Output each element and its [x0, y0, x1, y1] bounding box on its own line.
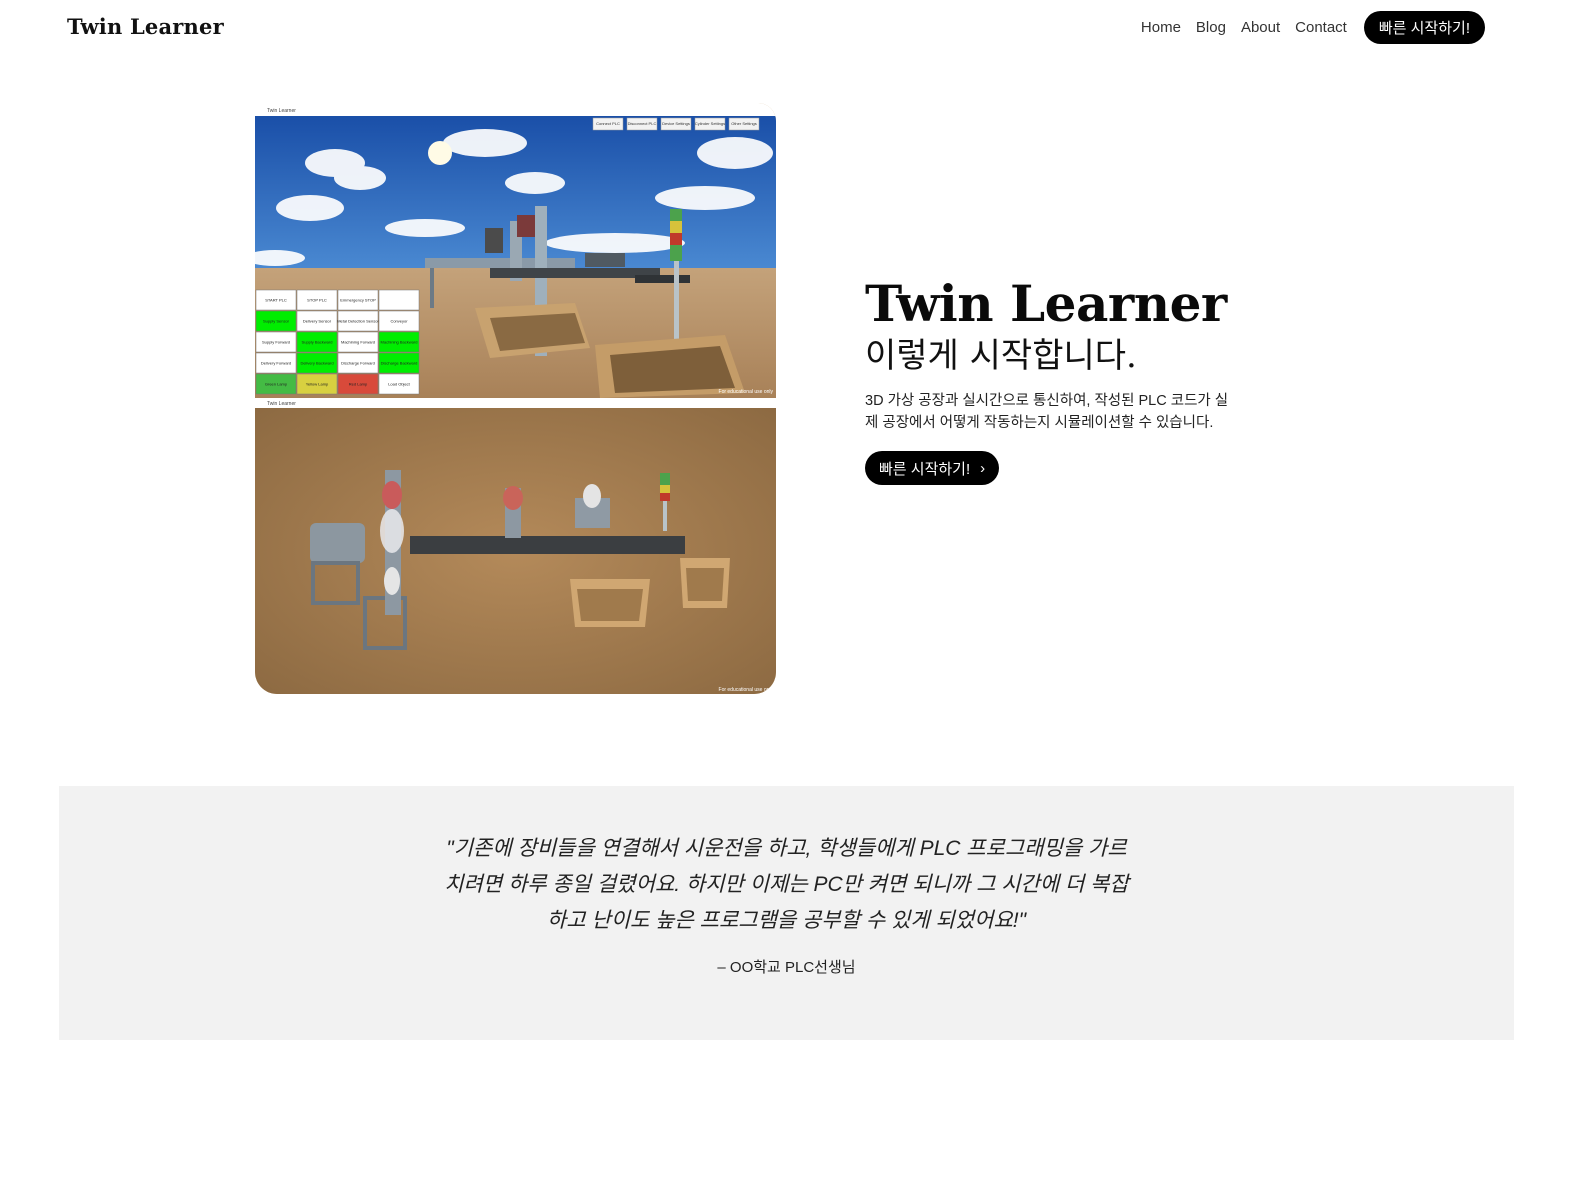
hero-screenshot: Twin Learner Connect PLC Disconnect PLC …: [255, 103, 776, 694]
toolbar-connect-plc: Connect PLC: [596, 121, 620, 126]
main-nav: Home Blog About Contact 빠른 시작하기!: [1141, 11, 1485, 44]
panel-button-label: Delivery Forward: [261, 361, 291, 366]
hero-text-block: Twin Learner 이렇게 시작합니다. 3D 가상 공장과 실시간으로 …: [865, 274, 1245, 486]
hero-title: Twin Learner: [865, 274, 1227, 333]
panel-button-label: Yellow Lamp: [306, 382, 329, 387]
panel-button-label: Machining Backward: [381, 340, 418, 345]
sim-toolbar: Connect PLC Disconnect PLC Device Settin…: [592, 117, 760, 131]
panel-button-label: Discharge Backward: [381, 361, 418, 366]
site-header: Twin Learner Home Blog About Contact 빠른 …: [0, 0, 1575, 56]
toolbar-disconnect-plc: Disconnect PLC: [628, 121, 657, 126]
toolbar-other-settings: Other Settings: [731, 121, 757, 126]
panel-button-label: Delivery Backward: [300, 361, 333, 366]
nav-blog-link[interactable]: Blog: [1196, 19, 1226, 36]
nav-home-link[interactable]: Home: [1141, 19, 1181, 36]
hero-description: 3D 가상 공장과 실시간으로 통신하여, 작성된 PLC 코드가 실제 공장에…: [865, 393, 1229, 432]
hero-button-label: 빠른 시작하기!: [879, 460, 971, 478]
testimonial-quote: "기존에 장비들을 연결해서 시운전을 하고, 학생들에게 PLC 프로그래밍을…: [439, 831, 1134, 939]
panel-button-label: Metal Detection Sensor: [337, 319, 379, 324]
quote-line: 하고 난이도 높은 프로그램을 공부할 수 있게 되었어요!": [546, 909, 1027, 932]
panel-button-label: Supply Forward: [262, 340, 290, 345]
sun: [428, 141, 452, 165]
top-window: Twin Learner Connect PLC Disconnect PLC …: [255, 103, 776, 398]
panel-button-label: Conveyor: [390, 319, 408, 324]
header-quick-start-button[interactable]: 빠른 시작하기!: [1363, 11, 1485, 44]
top-watermark: For educational use only: [719, 389, 774, 395]
panel-button-label: START PLC: [265, 298, 287, 303]
panel-button-label: Load Object: [388, 382, 410, 387]
toolbar-cylinder-settings: Cylinder Settings: [695, 121, 725, 126]
top-window-title: Twin Learner: [267, 108, 296, 114]
nav-contact-link[interactable]: Contact: [1295, 19, 1347, 36]
panel-button-label: STOP PLC: [307, 298, 327, 303]
quote-line: "기존에 장비들을 연결해서 시운전을 하고, 학생들에게 PLC 프로그래밍을…: [446, 837, 1127, 860]
panel-button-label: Delivery Sensor: [303, 319, 332, 324]
quote-line: 치려면 하루 종일 걸렸어요. 하지만 이제는 PC만 켜면 되니까 그 시간에…: [444, 873, 1129, 896]
panel-button-label: Emmergency STOP: [340, 298, 376, 303]
bottom-window-title: Twin Learner: [267, 401, 296, 407]
toolbar-device-settings: Device Settings: [662, 121, 690, 126]
hero-subtitle: 이렇게 시작합니다.: [865, 336, 1137, 376]
panel-button: [378, 289, 420, 311]
testimonial-section: "기존에 장비들을 연결해서 시운전을 하고, 학생들에게 PLC 프로그래밍을…: [59, 786, 1514, 1040]
chevron-right-icon: ›: [980, 459, 986, 477]
simulator-screenshot-svg: Twin Learner Connect PLC Disconnect PLC …: [255, 103, 776, 694]
panel-button-label: Green Lamp: [265, 382, 288, 387]
bottom-window: Twin Learner For educational use only: [255, 398, 776, 694]
panel-button-label: Supply Backward: [302, 340, 333, 345]
panel-button-label: Supply Sensor: [263, 319, 290, 324]
nav-about-link[interactable]: About: [1241, 19, 1280, 36]
site-logo[interactable]: Twin Learner: [67, 14, 224, 39]
testimonial-author: – OO학교 PLC선생님: [717, 959, 856, 976]
bottom-watermark: For educational use only: [719, 687, 774, 693]
panel-button-label: Red Lamp: [349, 382, 368, 387]
panel-button-label: Machining Forward: [341, 340, 375, 345]
panel-button-label: Discharge Forward: [341, 361, 375, 366]
hero-quick-start-button[interactable]: 빠른 시작하기! ›: [865, 451, 1000, 486]
